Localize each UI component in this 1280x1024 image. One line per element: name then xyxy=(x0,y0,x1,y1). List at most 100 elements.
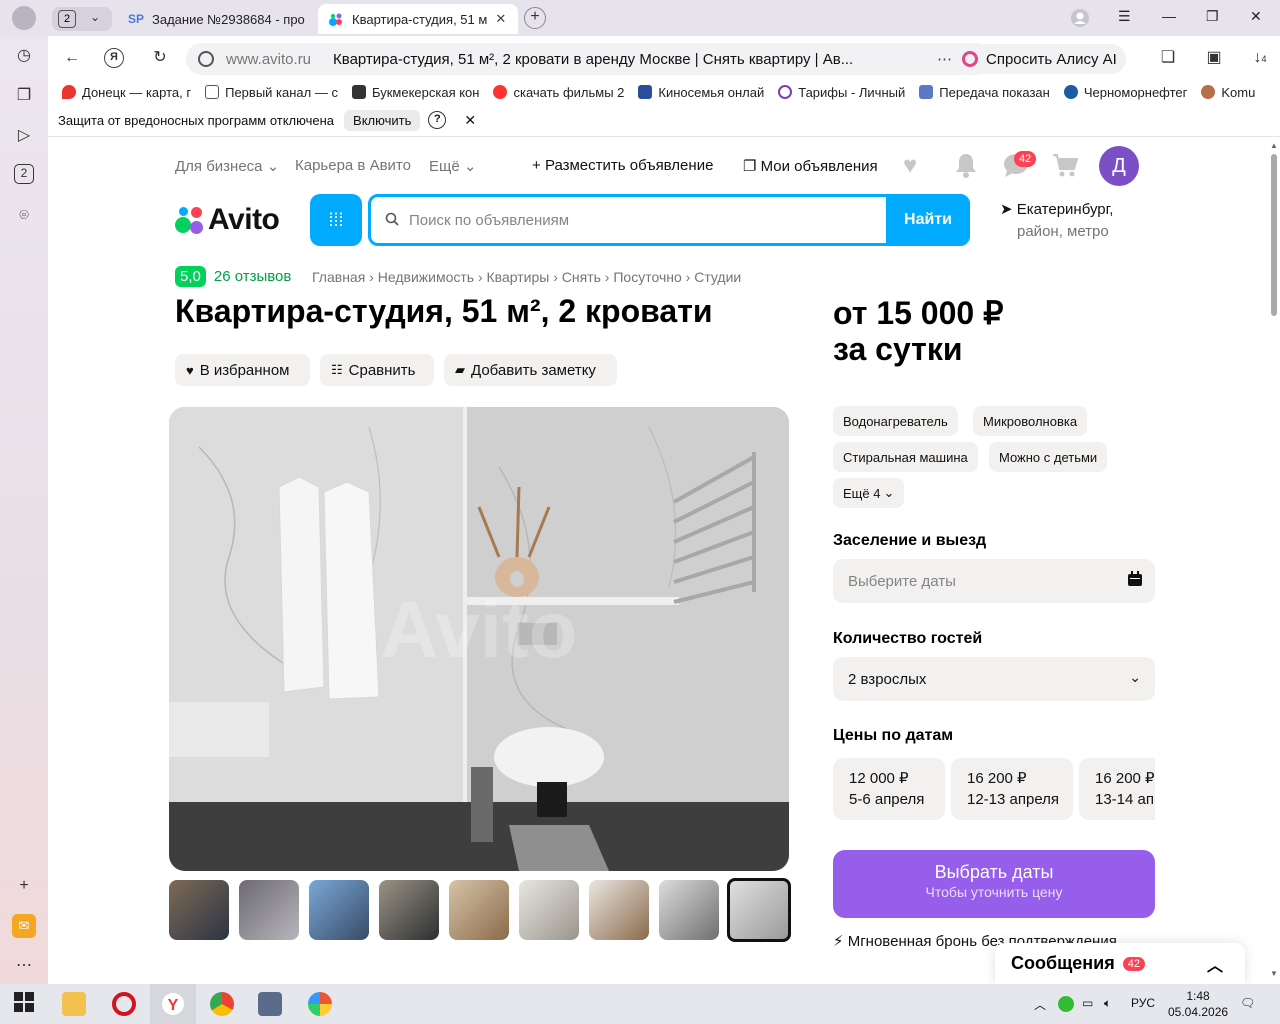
more-icon[interactable]: ⋯ xyxy=(937,50,952,68)
app-icon[interactable] xyxy=(258,992,282,1016)
more-link[interactable]: Ещё ⌄ xyxy=(429,157,476,175)
app-icon[interactable] xyxy=(308,992,332,1016)
bookmark-item[interactable]: Передача показан xyxy=(919,85,1050,100)
bookmark-item[interactable]: Черноморнефтег xyxy=(1063,85,1187,100)
bookmark-item[interactable]: Букмекерская кон xyxy=(351,85,479,100)
extension-icon[interactable]: ▣ xyxy=(1202,46,1226,70)
security-icon[interactable] xyxy=(198,51,214,67)
tab-avito[interactable]: Квартира-студия, 51 м ✕ xyxy=(318,4,518,34)
browser-profile-icon[interactable] xyxy=(12,6,36,30)
bookmark-item[interactable]: скачать фильмы 2 xyxy=(493,85,624,100)
minimize-icon[interactable]: — xyxy=(1162,8,1176,24)
search-input[interactable]: Поиск по объявлениям xyxy=(368,194,970,246)
yandex-browser-taskbar[interactable]: Y xyxy=(150,984,196,1024)
thumbnail[interactable] xyxy=(589,880,649,940)
bookmark-item[interactable]: Первый канал — с xyxy=(205,85,338,100)
collections-icon[interactable]: ❐ xyxy=(12,84,36,108)
mail-icon[interactable]: ✉ xyxy=(12,914,36,938)
reviews-link[interactable]: 26 отзывов xyxy=(214,268,292,285)
new-tab-button[interactable]: + xyxy=(524,7,546,29)
choose-dates-button[interactable]: Выбрать даты Чтобы уточнить цену xyxy=(833,850,1155,918)
close-icon[interactable]: ✕ xyxy=(464,112,476,129)
help-icon[interactable]: ? xyxy=(428,111,447,129)
avito-logo[interactable]: Avito xyxy=(175,203,280,237)
breadcrumb-item[interactable]: Квартиры xyxy=(487,269,550,285)
language-indicator[interactable]: РУС xyxy=(1131,996,1155,1010)
heart-icon[interactable]: ♥ xyxy=(903,152,917,180)
compare-button[interactable]: ☷ Сравнить xyxy=(320,354,434,386)
thumbnail[interactable] xyxy=(449,880,509,940)
history-icon[interactable]: ◷ xyxy=(12,44,36,68)
career-link[interactable]: Карьера в Авито xyxy=(295,157,411,174)
breadcrumb-item[interactable]: Главная xyxy=(312,269,365,285)
windows-start-icon[interactable] xyxy=(14,992,38,1016)
notifications-icon[interactable]: 🗨︎ xyxy=(1240,996,1255,1010)
tab-task[interactable]: SP Задание №2938684 - про xyxy=(118,4,314,34)
breadcrumb-item[interactable]: Недвижимость xyxy=(378,269,474,285)
thumbnail[interactable] xyxy=(659,880,719,940)
downloads-icon[interactable]: ↓4 xyxy=(1248,46,1272,70)
close-icon[interactable]: ✕ xyxy=(495,11,506,27)
bookmark-item[interactable]: Komu xyxy=(1201,85,1255,100)
add-icon[interactable]: + xyxy=(12,874,36,898)
avatar[interactable]: Д xyxy=(1099,146,1139,186)
date-price-card[interactable]: 16 200 ₽ 13-14 апреля xyxy=(1079,758,1155,820)
chevron-up-icon[interactable]: ︿ xyxy=(1034,996,1046,1013)
enable-protection-button[interactable]: Включить xyxy=(344,109,421,131)
tab-counter-button[interactable]: 2 ⌄ xyxy=(52,7,112,31)
breadcrumb-item[interactable]: Студии xyxy=(694,269,741,285)
bookmark-item[interactable]: Киносемья онлай xyxy=(638,85,764,100)
more-amenities-button[interactable]: Ещё 4 ⌄ xyxy=(833,478,905,508)
alice-button[interactable]: Спросить Алису AI xyxy=(954,44,1126,74)
thumbnail[interactable] xyxy=(169,880,229,940)
scrollbar-thumb[interactable] xyxy=(1271,154,1277,316)
favorite-button[interactable]: ♥ В избранном xyxy=(175,354,310,386)
opera-icon[interactable] xyxy=(112,992,136,1016)
chrome-icon[interactable] xyxy=(210,992,234,1016)
breadcrumb-item[interactable]: Посуточно xyxy=(613,269,681,285)
reader-icon[interactable]: ❏ xyxy=(1156,46,1180,70)
bell-icon[interactable] xyxy=(954,152,978,185)
tray-app-icon[interactable] xyxy=(1058,996,1074,1012)
thumbnail[interactable] xyxy=(309,880,369,940)
post-ad-link[interactable]: + Разместить объявление xyxy=(532,157,713,174)
thumbnail[interactable] xyxy=(239,880,299,940)
seller-rating[interactable]: 5,0 26 отзывов xyxy=(175,266,291,287)
video-icon[interactable]: ▷ xyxy=(12,124,36,148)
scroll-up-icon[interactable]: ▲ xyxy=(1270,141,1278,150)
add-note-button[interactable]: ▰ Добавить заметку xyxy=(444,354,617,386)
screenshot-icon[interactable]: ⌾ xyxy=(12,204,36,228)
thumbnail[interactable] xyxy=(519,880,579,940)
account-icon[interactable] xyxy=(1070,8,1090,31)
scroll-down-icon[interactable]: ▼ xyxy=(1270,969,1278,978)
thumbnail[interactable] xyxy=(379,880,439,940)
date-price-card[interactable]: 12 000 ₽ 5-6 апреля xyxy=(833,758,945,820)
thumbnail-selected[interactable] xyxy=(727,878,791,942)
categories-button[interactable]: ⁞⁞⁞ xyxy=(310,194,362,246)
restore-icon[interactable]: ❐ xyxy=(1206,8,1219,25)
main-photo[interactable]: Avito xyxy=(169,407,789,871)
network-icon[interactable]: ▭ xyxy=(1082,996,1093,1010)
menu-icon[interactable]: ☰ xyxy=(1118,8,1131,25)
chevron-up-icon[interactable]: ︿ xyxy=(1207,952,1223,976)
page-scrollbar[interactable]: ▲ ▼ xyxy=(1268,137,1280,984)
reload-icon[interactable]: ↻ xyxy=(148,46,172,70)
volume-icon[interactable]: 🔈︎ xyxy=(1104,996,1111,1011)
dates-field[interactable]: Выберите даты xyxy=(833,559,1155,603)
bookmark-item[interactable]: Донецк — карта, г xyxy=(62,85,191,100)
bookmark-item[interactable]: Тарифы - Личный xyxy=(778,85,905,100)
tab-groups-icon[interactable]: 2 xyxy=(14,164,34,184)
breadcrumb-item[interactable]: Снять xyxy=(562,269,601,285)
date-price-card[interactable]: 16 200 ₽ 12-13 апреля xyxy=(951,758,1073,820)
find-button[interactable]: Найти xyxy=(886,194,970,246)
more-icon[interactable]: ⋯ xyxy=(12,954,36,978)
messages-widget[interactable]: Сообщения 42 ︿ xyxy=(995,943,1245,984)
file-explorer-icon[interactable] xyxy=(62,992,86,1016)
my-ads-link[interactable]: ❐ Мои объявления xyxy=(743,157,878,175)
yandex-icon[interactable]: Я xyxy=(104,48,124,68)
for-business-link[interactable]: Для бизнеса ⌄ xyxy=(175,157,279,175)
clock[interactable]: 1:48 05.04.2026 xyxy=(1168,988,1228,1020)
close-window-icon[interactable]: ✕ xyxy=(1250,8,1262,25)
location-selector[interactable]: ➤ Екатеринбург, район, метро xyxy=(1000,199,1140,243)
url-field[interactable]: www.avito.ru Квартира-студия, 51 м², 2 к… xyxy=(186,43,992,75)
